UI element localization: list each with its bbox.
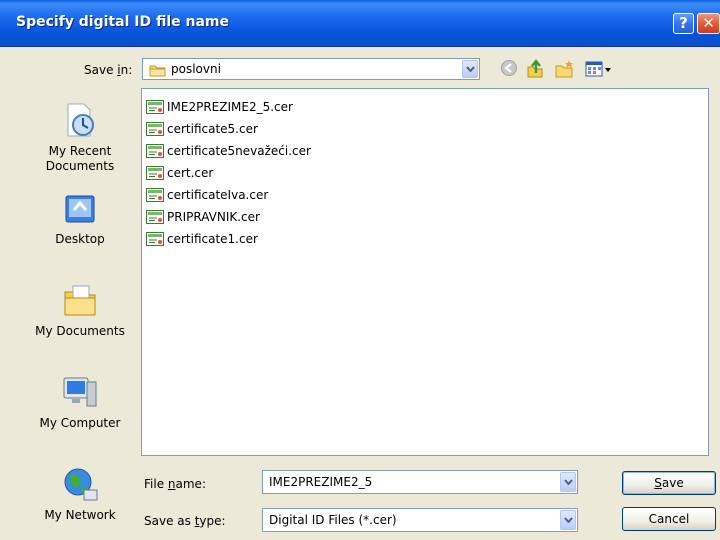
save-in-value: poslovni (171, 62, 221, 76)
file-list-item[interactable]: certificateIva.cer (146, 186, 268, 204)
help-icon: ? (679, 14, 688, 32)
save-as-type-dropdown[interactable]: Digital ID Files (*.cer) (262, 508, 578, 532)
place-my-computer[interactable]: My Computer (28, 372, 132, 431)
file-list-item[interactable]: IME2PREZIME2_5.cer (146, 98, 293, 116)
my-documents-icon (64, 285, 96, 316)
file-list-item[interactable]: certificate1.cer (146, 230, 258, 248)
file-name: PRIPRAVNIK.cer (167, 210, 260, 224)
place-label-desktop: Desktop (55, 232, 105, 246)
file-name: cert.cer (167, 166, 214, 180)
place-desktop[interactable]: Desktop (28, 192, 132, 247)
close-button[interactable]: ✕ (697, 13, 720, 34)
certificate-file-icon (146, 100, 164, 114)
chevron-down-icon[interactable] (560, 472, 576, 492)
place-label-my-documents: My Documents (35, 324, 125, 338)
place-label-recent-1: My Recent (48, 144, 112, 158)
file-name-field[interactable]: IME2PREZIME2_5 (262, 470, 578, 494)
place-label-my-computer: My Computer (39, 416, 121, 430)
save-as-type-value: Digital ID Files (*.cer) (269, 513, 397, 527)
save-button[interactable]: Save (622, 471, 716, 495)
file-list-item[interactable]: certificate5nevažeći.cer (146, 142, 311, 160)
place-my-network[interactable]: My Network (28, 464, 132, 523)
certificate-file-icon (146, 188, 164, 202)
file-name: certificate5nevažeći.cer (167, 144, 311, 158)
certificate-file-icon (146, 122, 164, 136)
chevron-down-icon[interactable] (462, 60, 478, 78)
file-name: certificateIva.cer (167, 188, 269, 202)
help-button[interactable]: ? (673, 13, 694, 34)
my-network-icon (64, 468, 98, 501)
file-list-item[interactable]: cert.cer (146, 164, 213, 182)
save-as-type-label: Save as type: (144, 514, 226, 528)
file-list-item[interactable]: PRIPRAVNIK.cer (146, 208, 260, 226)
file-name: certificate5.cer (167, 122, 258, 136)
view-menu-icon[interactable] (585, 59, 613, 79)
folder-icon (149, 63, 167, 80)
place-my-recent-documents[interactable]: My Recent Documents (28, 100, 132, 174)
certificate-file-icon (146, 166, 164, 180)
file-name-label: File name: (144, 477, 206, 491)
recent-documents-icon (67, 103, 94, 137)
window-title: Specify digital ID file name (16, 14, 229, 30)
place-my-documents[interactable]: My Documents (28, 280, 132, 339)
file-list[interactable]: IME2PREZIME2_5.cer certificate5.cer cert… (141, 88, 709, 456)
place-label-recent-2: Documents (45, 159, 115, 173)
file-name: certificate1.cer (167, 232, 258, 246)
file-name-value: IME2PREZIME2_5 (269, 475, 373, 489)
file-list-item[interactable]: certificate5.cer (146, 120, 258, 138)
certificate-file-icon (146, 144, 164, 158)
file-name: IME2PREZIME2_5.cer (167, 100, 293, 114)
desktop-icon (65, 195, 95, 223)
my-computer-icon (63, 377, 97, 407)
title-bar: Specify digital ID file name ? ✕ (0, 0, 720, 47)
back-icon[interactable] (500, 59, 518, 79)
place-label-my-network: My Network (44, 508, 116, 522)
certificate-file-icon (146, 232, 164, 246)
save-in-label: Save in: (84, 63, 133, 77)
certificate-file-icon (146, 210, 164, 224)
close-icon: ✕ (702, 14, 715, 32)
new-folder-icon[interactable] (554, 59, 576, 79)
cancel-button[interactable]: Cancel (622, 507, 716, 531)
up-folder-icon[interactable] (525, 59, 545, 79)
save-in-dropdown[interactable]: poslovni (142, 58, 480, 80)
places-bar: My Recent Documents Desktop My Documents… (28, 88, 132, 534)
chevron-down-icon[interactable] (560, 510, 576, 530)
